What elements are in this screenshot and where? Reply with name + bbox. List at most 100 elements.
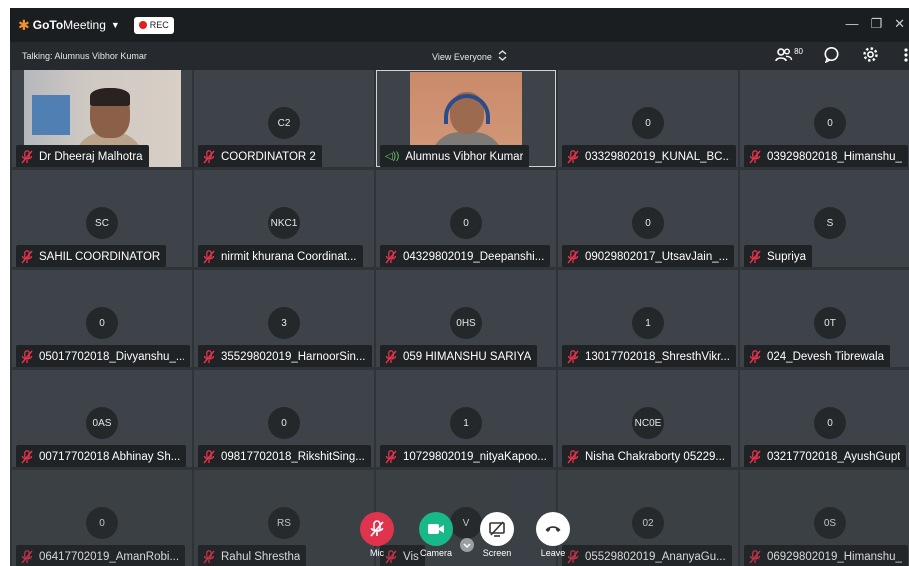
mic-muted-icon — [749, 449, 761, 464]
participant-tile[interactable]: 0T 024_Devesh Tibrewala — [740, 270, 909, 367]
participant-name-label: 00717702018 Abhinay Sh... — [16, 445, 187, 467]
participant-tile[interactable]: 0 09817702018_RikshitSing... — [194, 370, 374, 467]
screen-control[interactable]: Screen — [480, 512, 514, 558]
participant-avatar: 0T — [814, 307, 846, 339]
participant-name: 03329802019_KUNAL_BC... — [585, 150, 730, 163]
mic-muted-icon — [21, 349, 33, 364]
mic-muted-icon — [749, 349, 761, 364]
record-dot-icon — [138, 21, 147, 29]
gear-icon — [862, 46, 879, 65]
participant-name-label: 13017702018_ShresthVikr... — [562, 345, 736, 367]
participant-name: Alumnus Vibhor Kumar — [405, 150, 524, 163]
participant-tile[interactable]: 0 03329802019_KUNAL_BC... — [558, 70, 738, 167]
participant-name-label: 05529802019_AnanyaGu... — [562, 545, 732, 566]
participants-button[interactable]: 80 — [775, 47, 803, 65]
speaker-active-icon: ◁)) — [385, 151, 400, 162]
app-name-rest: Meeting — [63, 18, 106, 32]
mic-muted-icon — [21, 149, 33, 164]
participant-avatar: 0 — [814, 107, 846, 139]
participant-tile[interactable]: 0 03217702018_AyushGupt — [740, 370, 909, 467]
participant-name: Rahul Shrestha — [221, 550, 301, 563]
participant-tile[interactable]: SC SAHIL COORDINATOR — [12, 170, 192, 267]
participant-name: 35529802019_HarnoorSin... — [221, 350, 366, 363]
more-options-button[interactable] — [903, 47, 909, 65]
participant-tile[interactable]: NC0E Nisha Chakraborty 05229... — [558, 370, 738, 467]
participant-name-label: 03217702018_AyushGupt — [744, 445, 907, 467]
participant-tile[interactable]: 02 05529802019_AnanyaGu... — [558, 470, 738, 566]
camera-label: Camera — [419, 548, 452, 558]
participant-tile[interactable]: 3 35529802019_HarnoorSin... — [194, 270, 374, 367]
toolbar-right: 80 — [775, 46, 909, 65]
mic-muted-icon — [203, 249, 215, 264]
participant-tile[interactable]: ◁)) Alumnus Vibhor Kumar — [376, 70, 556, 167]
participant-tile[interactable]: 0HS 059 HIMANSHU SARIYA — [376, 270, 556, 367]
participant-tile[interactable]: C2 COORDINATOR 2 — [194, 70, 374, 167]
leave-label: Leave — [540, 548, 566, 558]
participant-name: 04329802019_Deepanshi... — [403, 250, 545, 263]
leave-button[interactable] — [536, 512, 570, 546]
participant-avatar: S — [814, 207, 846, 239]
chat-icon — [823, 46, 840, 65]
meeting-toolbar: Talking: Alumnus Vibhor Kumar View Every… — [10, 42, 909, 70]
mic-label: Mic — [370, 548, 384, 558]
restore-icon[interactable]: ❐ — [870, 16, 882, 32]
participant-name-label: COORDINATOR 2 — [198, 145, 322, 167]
participant-avatar: 0 — [814, 407, 846, 439]
mic-muted-icon — [385, 249, 397, 264]
mic-muted-icon — [749, 249, 761, 264]
mic-muted-icon — [21, 449, 33, 464]
participant-name: 06929802019_Himanshu_ — [767, 550, 902, 563]
participant-tile[interactable]: 0 05017702018_Divyanshu_... — [12, 270, 192, 367]
rec-label: REC — [149, 20, 169, 30]
participant-name-label: 06929802019_Himanshu_ — [744, 545, 908, 566]
close-icon[interactable]: ✕ — [894, 16, 905, 32]
participant-tile[interactable]: 0 03929802018_Himanshu_ — [740, 70, 909, 167]
participant-avatar: NKC1 — [268, 207, 300, 239]
participant-tile[interactable]: 1 10729802019_nityaKapoo... — [376, 370, 556, 467]
chat-button[interactable] — [823, 46, 840, 65]
settings-button[interactable] — [862, 46, 879, 65]
participant-avatar: SC — [86, 207, 118, 239]
participant-avatar: 0 — [86, 307, 118, 339]
participant-tile[interactable]: V Vis — [376, 470, 556, 566]
participant-avatar: 0 — [86, 507, 118, 539]
mic-button[interactable] — [360, 512, 394, 546]
participant-avatar: 0HS — [450, 307, 482, 339]
participant-name-label: 024_Devesh Tibrewala — [744, 345, 890, 367]
participant-tile[interactable]: NKC1 nirmit khurana Coordinat... — [194, 170, 374, 267]
participant-name: SAHIL COORDINATOR — [39, 250, 161, 263]
view-selector[interactable]: View Everyone — [432, 50, 507, 64]
participant-avatar: 0 — [268, 407, 300, 439]
participant-name-label: ◁)) Alumnus Vibhor Kumar — [380, 145, 530, 167]
participant-tile[interactable]: S Supriya — [740, 170, 909, 267]
chevron-down-icon: ▼ — [110, 20, 120, 30]
participant-name: COORDINATOR 2 — [221, 150, 316, 163]
leave-control[interactable]: Leave — [536, 512, 570, 558]
minimize-icon[interactable]: — — [845, 16, 858, 32]
participant-tile[interactable]: 0 06417702019_AmanRobi... — [12, 470, 192, 566]
mic-control[interactable]: Mic — [360, 512, 394, 558]
camera-button[interactable] — [419, 512, 453, 546]
participant-name-label: 05017702018_Divyanshu_... — [16, 345, 190, 367]
screen-share-button[interactable] — [480, 512, 514, 546]
participant-name-label: 03329802019_KUNAL_BC... — [562, 145, 736, 167]
participant-tile[interactable]: 0AS 00717702018 Abhinay Sh... — [12, 370, 192, 467]
participants-icon — [775, 47, 793, 65]
participant-tile[interactable]: 1 13017702018_ShresthVikr... — [558, 270, 738, 367]
participant-name-label: 03929802018_Himanshu_ — [744, 145, 908, 167]
participant-tile[interactable]: Dr Dheeraj Malhotra — [12, 70, 192, 167]
participant-tile[interactable]: 0 09029802017_UtsavJain_... — [558, 170, 738, 267]
app-menu[interactable]: ✱ GoTo Meeting ▼ — [18, 17, 120, 34]
title-bar: ✱ GoTo Meeting ▼ REC — ❐ ✕ — [10, 8, 909, 42]
camera-control[interactable]: Camera — [419, 512, 453, 558]
participant-avatar: V — [450, 507, 482, 539]
participant-tile[interactable]: 0 04329802019_Deepanshi... — [376, 170, 556, 267]
participant-avatar: 02 — [632, 507, 664, 539]
participant-grid: Dr Dheeraj Malhotra C2 COORDINATOR 2 ◁)) Al… — [10, 70, 909, 566]
chevron-updown-icon — [498, 50, 507, 64]
mic-muted-icon — [749, 549, 761, 564]
window-controls: — ❐ ✕ — [845, 16, 905, 32]
participant-tile[interactable]: 0S 06929802019_Himanshu_ — [740, 470, 909, 566]
participant-tile[interactable]: RS Rahul Shrestha — [194, 470, 374, 566]
participant-name-label: 35529802019_HarnoorSin... — [198, 345, 372, 367]
